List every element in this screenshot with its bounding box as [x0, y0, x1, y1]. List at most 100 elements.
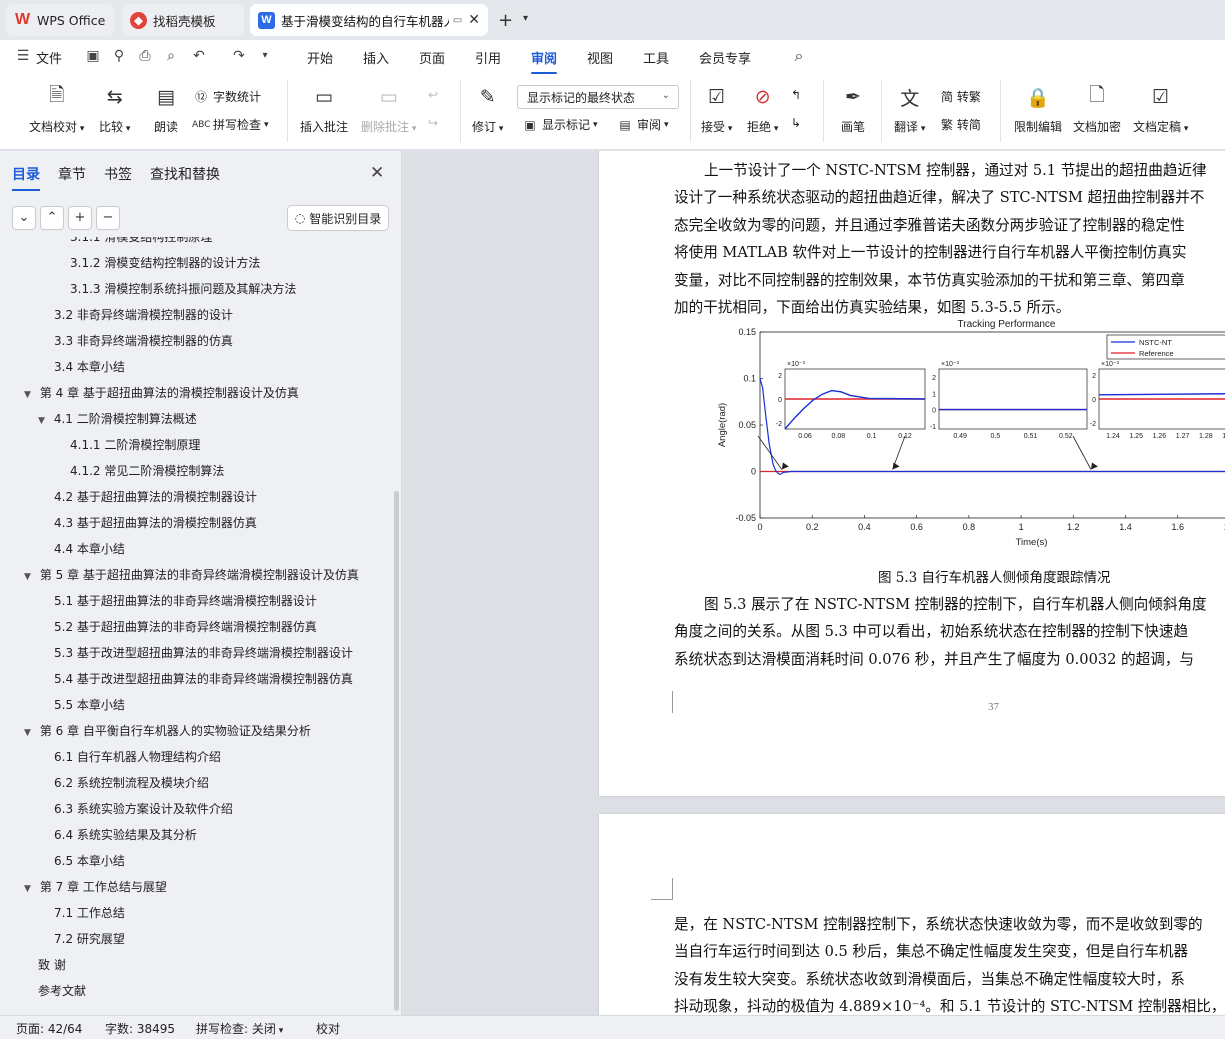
- show-markup-button[interactable]: ▣ 显示标记 ▾: [521, 116, 597, 133]
- undo-icon[interactable]: ↶: [190, 47, 208, 65]
- read-aloud-button[interactable]: ▤ 朗读: [151, 82, 181, 135]
- toc-item[interactable]: 3.2 非奇异终端滑模控制器的设计: [54, 302, 233, 328]
- expand-triangle-icon[interactable]: ▼: [24, 564, 36, 590]
- expand-triangle-icon[interactable]: ▼: [24, 382, 36, 408]
- print-icon[interactable]: ⎙: [136, 47, 154, 65]
- expand-up-button[interactable]: ⌃: [40, 206, 64, 230]
- toc-item[interactable]: 3.4 本章小结: [54, 354, 125, 380]
- toc-item[interactable]: 4.3 基于超扭曲算法的滑模控制器仿真: [54, 510, 257, 536]
- reject-button[interactable]: ⊘ 拒绝 ▾: [747, 82, 778, 135]
- toc-item[interactable]: 5.4 基于改进型超扭曲算法的非奇异终端滑模控制器仿真: [54, 666, 353, 692]
- spell-check-status[interactable]: 拼写检查: 关闭 ▾: [196, 1020, 283, 1037]
- tab-bookmarks[interactable]: 书签: [104, 164, 132, 184]
- toc-item[interactable]: 4.1.1 二阶滑模控制原理: [70, 432, 200, 458]
- toc-item[interactable]: 3.1.2 滑模变结构控制器的设计方法: [70, 250, 260, 276]
- expand-triangle-icon[interactable]: ▼: [24, 876, 36, 902]
- remove-heading-button[interactable]: −: [96, 206, 120, 230]
- menu-file[interactable]: 文件: [36, 48, 62, 67]
- restrict-edit-button[interactable]: 🔒 限制编辑: [1014, 82, 1062, 135]
- toc-item[interactable]: 5.3 基于改进型超扭曲算法的非奇异终端滑模控制器设计: [54, 640, 353, 666]
- toc-item[interactable]: ▼ 第 7 章 工作总结与展望: [24, 874, 167, 900]
- prev-change-icon[interactable]: ↰: [791, 88, 801, 102]
- translate-button[interactable]: 文翻译 ▾: [894, 82, 925, 135]
- toc-item[interactable]: 致 谢: [38, 952, 66, 978]
- redo-icon[interactable]: ↷: [230, 47, 248, 65]
- toc-item[interactable]: ▼ 第 5 章 基于超扭曲算法的非奇异终端滑模控制器设计及仿真: [24, 562, 359, 588]
- word-count-indicator[interactable]: 字数: 38495: [105, 1020, 175, 1037]
- menu-page[interactable]: 页面: [419, 48, 445, 67]
- toc-item[interactable]: 5.2 基于超扭曲算法的非奇异终端滑模控制器仿真: [54, 614, 317, 640]
- toc-item[interactable]: 6.2 系统控制流程及模块介绍: [54, 770, 209, 796]
- page-indicator[interactable]: 页面: 42/64: [16, 1020, 82, 1037]
- document-page[interactable]: 上一节设计了一个 NSTC-NTSM 控制器，通过对 5.1 节提出的超扭曲趋近…: [599, 151, 1225, 796]
- collapse-all-button[interactable]: ⌄: [12, 206, 36, 230]
- doc-proof-button[interactable]: 🗎 文档校对 ▾: [29, 82, 84, 135]
- insert-comment-button[interactable]: ▭ 插入批注: [300, 82, 348, 135]
- menu-start[interactable]: 开始: [307, 48, 333, 67]
- save-icon[interactable]: ▣: [84, 47, 102, 65]
- share-icon[interactable]: ⚲: [110, 47, 128, 65]
- print-preview-icon[interactable]: ⌕: [162, 47, 180, 65]
- toc-item[interactable]: 6.4 系统实验结果及其分析: [54, 822, 197, 848]
- menu-member[interactable]: 会员专享: [699, 48, 751, 67]
- to-traditional-button[interactable]: 简 转繁: [941, 88, 981, 105]
- menu-insert[interactable]: 插入: [363, 48, 389, 67]
- tab-chapters[interactable]: 章节: [58, 164, 86, 184]
- tab-find-replace[interactable]: 查找和替换: [150, 164, 220, 184]
- toc-item[interactable]: ▼ 4.1 二阶滑模控制算法概述: [38, 406, 197, 432]
- menu-reference[interactable]: 引用: [475, 48, 501, 67]
- toc-item[interactable]: 3.1.3 滑模控制系统抖振问题及其解决方法: [70, 276, 296, 302]
- toc-item[interactable]: 6.5 本章小结: [54, 848, 125, 874]
- document-page[interactable]: 是，在 NSTC-NTSM 控制器控制下，系统状态快速收敛为零，而不是收敛到零的…: [599, 814, 1225, 1015]
- markup-view-select[interactable]: 显示标记的最终状态 ⌄: [517, 85, 679, 109]
- add-heading-button[interactable]: +: [68, 206, 92, 230]
- chevron-down-icon[interactable]: ▾: [523, 13, 528, 24]
- monitor-icon[interactable]: ▭: [453, 15, 462, 26]
- document-canvas[interactable]: 上一节设计了一个 NSTC-NTSM 控制器，通过对 5.1 节提出的超扭曲趋近…: [403, 151, 1225, 1015]
- toc-item[interactable]: 4.1.2 常见二阶滑模控制算法: [70, 458, 224, 484]
- proofread-status[interactable]: 校对: [316, 1020, 340, 1037]
- to-simplified-button[interactable]: 繁 转简: [941, 116, 981, 133]
- toc-item[interactable]: 4.2 基于超扭曲算法的滑模控制器设计: [54, 484, 257, 510]
- spell-check-button[interactable]: ABC 拼写检查 ▾: [192, 116, 269, 133]
- new-tab-icon[interactable]: +: [498, 10, 513, 31]
- toc-item[interactable]: 6.1 自行车机器人物理结构介绍: [54, 744, 221, 770]
- smart-toc-button[interactable]: ◌ 智能识别目录: [287, 205, 389, 231]
- tab-document[interactable]: W 基于滑模变结构的自行车机器人 ▭ ✕: [250, 4, 488, 36]
- compare-button[interactable]: ⇆ 比较 ▾: [99, 82, 130, 135]
- toc-item[interactable]: 7.2 研究展望: [54, 926, 125, 952]
- more-chevron-icon[interactable]: ▾: [256, 47, 274, 65]
- menu-view[interactable]: 视图: [587, 48, 613, 67]
- finalize-button[interactable]: ☑ 文档定稿 ▾: [1133, 82, 1188, 135]
- delete-comment-button[interactable]: ▭ 删除批注 ▾: [361, 82, 416, 135]
- revise-button[interactable]: ✎ 修订 ▾: [472, 82, 503, 135]
- toc-scrollbar[interactable]: [394, 491, 399, 1011]
- next-change-icon[interactable]: ↳: [791, 116, 801, 130]
- toc-item[interactable]: 7.1 工作总结: [54, 900, 125, 926]
- toc-item[interactable]: 3.1.1 滑模变结构控制原理: [70, 237, 212, 250]
- hamburger-icon[interactable]: ☰: [14, 47, 32, 65]
- toc-item[interactable]: 参考文献: [38, 978, 86, 1004]
- toc-item[interactable]: 3.3 非奇异终端滑模控制器的仿真: [54, 328, 233, 354]
- toc-item[interactable]: ▼ 第 6 章 自平衡自行车机器人的实物验证及结果分析: [24, 718, 311, 744]
- word-count-button[interactable]: ⑫ 字数统计: [192, 88, 261, 105]
- accept-button[interactable]: ☑ 接受 ▾: [701, 82, 732, 135]
- tab-wps-office[interactable]: W WPS Office: [6, 4, 114, 36]
- menu-tools[interactable]: 工具: [643, 48, 669, 67]
- encrypt-button[interactable]: 🗋 文档加密: [1073, 82, 1121, 135]
- tab-daoke-template[interactable]: ◆ 找稻壳模板: [122, 4, 244, 36]
- menu-review[interactable]: 审阅: [531, 48, 558, 75]
- toc-item[interactable]: 6.3 系统实验方案设计及软件介绍: [54, 796, 233, 822]
- close-tab-icon[interactable]: ✕: [468, 12, 480, 28]
- expand-triangle-icon[interactable]: ▼: [38, 408, 50, 434]
- prev-comment-icon[interactable]: ↩: [428, 88, 438, 102]
- expand-triangle-icon[interactable]: ▼: [24, 720, 36, 746]
- toc-item[interactable]: 5.5 本章小结: [54, 692, 125, 718]
- toc-item[interactable]: ▼ 第 4 章 基于超扭曲算法的滑模控制器设计及仿真: [24, 380, 299, 406]
- toc-item[interactable]: 5.1 基于超扭曲算法的非奇异终端滑模控制器设计: [54, 588, 317, 614]
- close-icon[interactable]: ✕: [370, 163, 384, 183]
- review-pane-button[interactable]: ▤ 审阅 ▾: [616, 116, 668, 133]
- next-comment-icon[interactable]: ↪: [428, 116, 438, 130]
- search-icon[interactable]: ⌕: [790, 47, 808, 65]
- toc-item[interactable]: 4.4 本章小结: [54, 536, 125, 562]
